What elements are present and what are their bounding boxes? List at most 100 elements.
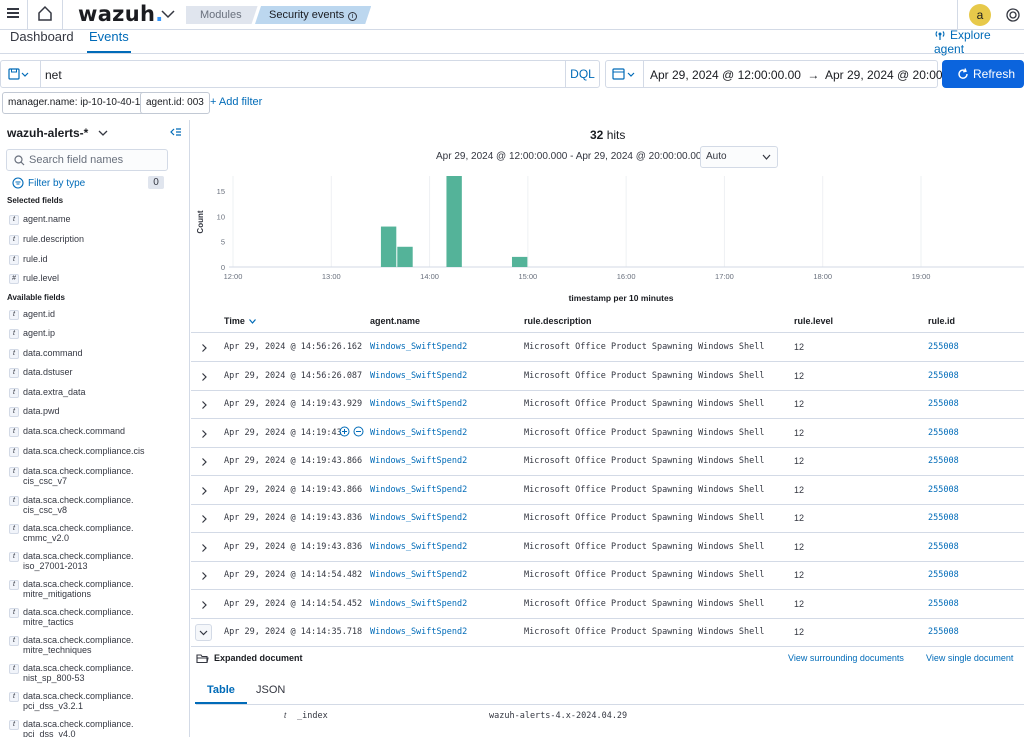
cell-agent-name[interactable]: Windows_SwiftSpend2: [370, 599, 467, 609]
table-row[interactable]: Apr 29, 2024 @ 14:19:43.929 Windows_Swift…: [191, 391, 1024, 419]
wazuh-logo[interactable]: wazuh.: [78, 2, 163, 26]
quick-select-button[interactable]: [606, 61, 644, 87]
field-item-data-sca-check-compliance-nist-sp-800-53[interactable]: t data.sca.check.compliance. nist_sp_800-…: [9, 663, 183, 683]
field-item-rule-level[interactable]: # rule.level: [9, 273, 183, 284]
field-item-data-sca-check-compliance-pci-dss-v3-2-1[interactable]: t data.sca.check.compliance. pci_dss_v3.2…: [9, 691, 183, 711]
filter-pill-manager[interactable]: manager.name: ip-10-10-40-198: [2, 92, 158, 114]
field-item-data-sca-check-compliance-cis-csc-v8[interactable]: t data.sca.check.compliance. cis_csc_v8: [9, 495, 183, 515]
cell-agent-name[interactable]: Windows_SwiftSpend2: [370, 428, 467, 438]
query-input[interactable]: net: [45, 68, 62, 82]
field-item-agent-id[interactable]: t agent.id: [9, 309, 183, 320]
user-avatar[interactable]: a: [969, 4, 991, 26]
menu-icon[interactable]: [7, 8, 19, 18]
query-language-button[interactable]: DQL: [565, 61, 599, 87]
table-row[interactable]: Apr 29, 2024 @ 14:19:43 Windows_SwiftSpen…: [191, 420, 1024, 448]
table-row[interactable]: Apr 29, 2024 @ 14:14:54.482 Windows_Swift…: [191, 562, 1024, 590]
histogram-bar[interactable]: [397, 246, 413, 267]
cell-rule-id[interactable]: 255008: [928, 513, 959, 523]
chevron-right-icon[interactable]: [198, 456, 210, 468]
field-item-data-sca-check-compliance-cmmc-v2-0[interactable]: t data.sca.check.compliance. cmmc_v2.0: [9, 523, 183, 543]
table-row[interactable]: Apr 29, 2024 @ 14:19:43.866 Windows_Swift…: [191, 477, 1024, 505]
field-item-data-sca-check-compliance-mitre-techniques[interactable]: t data.sca.check.compliance. mitre_techni…: [9, 635, 183, 655]
home-icon[interactable]: [37, 5, 53, 22]
filter-out-value-icon[interactable]: [353, 426, 364, 437]
field-item-data-command[interactable]: t data.command: [9, 348, 183, 359]
table-row[interactable]: Apr 29, 2024 @ 14:19:43.836 Windows_Swift…: [191, 534, 1024, 562]
cell-agent-name[interactable]: Windows_SwiftSpend2: [370, 342, 467, 352]
breadcrumb-modules[interactable]: Modules: [186, 6, 258, 24]
cell-rule-id[interactable]: 255008: [928, 570, 959, 580]
cell-agent-name[interactable]: Windows_SwiftSpend2: [370, 513, 467, 523]
field-item-data-sca-check-compliance-cis[interactable]: t data.sca.check.compliance.cis: [9, 446, 183, 457]
cell-agent-name[interactable]: Windows_SwiftSpend2: [370, 570, 467, 580]
field-item-data-pwd[interactable]: t data.pwd: [9, 406, 183, 417]
cell-rule-id[interactable]: 255008: [928, 399, 959, 409]
cell-agent-name[interactable]: Windows_SwiftSpend2: [370, 399, 467, 409]
cell-agent-name[interactable]: Windows_SwiftSpend2: [370, 627, 467, 637]
view-single-document-link[interactable]: View single document: [926, 653, 1013, 663]
cell-rule-id[interactable]: 255008: [928, 371, 959, 381]
cell-rule-id[interactable]: 255008: [928, 485, 959, 495]
filter-pill-agent-id[interactable]: agent.id: 003: [140, 92, 210, 114]
add-filter-button[interactable]: + Add filter: [210, 96, 262, 108]
chevron-right-icon[interactable]: [198, 485, 210, 497]
chevron-down-icon[interactable]: [161, 9, 175, 19]
field-item-agent-ip[interactable]: t agent.ip: [9, 328, 183, 339]
date-range[interactable]: Apr 29, 2024 @ 12:00:00.00 → Apr 29, 202…: [650, 68, 976, 82]
cell-rule-id[interactable]: 255008: [928, 627, 959, 637]
tab-events[interactable]: Events: [87, 30, 131, 53]
tab-table[interactable]: Table: [195, 684, 247, 704]
cell-rule-id[interactable]: 255008: [928, 342, 959, 352]
table-row[interactable]: Apr 29, 2024 @ 14:56:26.162 Windows_Swift…: [191, 334, 1024, 362]
field-item-data-sca-check-command[interactable]: t data.sca.check.command: [9, 426, 183, 437]
start-date[interactable]: Apr 29, 2024 @ 12:00:00.00: [650, 68, 801, 82]
saved-query-button[interactable]: [1, 61, 41, 87]
chevron-right-icon[interactable]: [198, 371, 210, 383]
collapse-sidebar-icon[interactable]: [170, 127, 182, 137]
chevron-down-icon[interactable]: [195, 624, 212, 641]
chevron-right-icon[interactable]: [198, 570, 210, 582]
table-row[interactable]: Apr 29, 2024 @ 14:19:43.836 Windows_Swift…: [191, 505, 1024, 533]
cell-agent-name[interactable]: Windows_SwiftSpend2: [370, 456, 467, 466]
column-header-time[interactable]: Time: [224, 316, 257, 326]
field-item-data-sca-check-compliance-iso-27001-2013[interactable]: t data.sca.check.compliance. iso_27001-20…: [9, 551, 183, 571]
column-header-rule-id[interactable]: rule.id: [928, 316, 955, 326]
field-item-data-dstuser[interactable]: t data.dstuser: [9, 367, 183, 378]
chevron-right-icon[interactable]: [198, 513, 210, 525]
histogram-bar[interactable]: [446, 176, 462, 267]
histogram-bar[interactable]: [511, 256, 528, 267]
field-item-data-extra-data[interactable]: t data.extra_data: [9, 387, 183, 398]
tab-json[interactable]: JSON: [256, 684, 285, 696]
cell-rule-id[interactable]: 255008: [928, 599, 959, 609]
field-item-data-sca-check-compliance-pci-dss-v4-0[interactable]: t data.sca.check.compliance. pci_dss_v4.0: [9, 719, 183, 737]
chevron-right-icon[interactable]: [198, 542, 210, 554]
filter-by-type-button[interactable]: Filter by type: [12, 177, 85, 189]
interval-select[interactable]: Auto: [700, 146, 778, 168]
chevron-right-icon[interactable]: [198, 599, 210, 611]
help-icon[interactable]: [1006, 8, 1020, 22]
index-pattern-select[interactable]: wazuh-alerts-*: [7, 126, 108, 140]
field-item-data-sca-check-compliance-mitre-mitigations[interactable]: t data.sca.check.compliance. mitre_mitiga…: [9, 579, 183, 599]
explore-agent-button[interactable]: Explore agent: [934, 28, 1024, 56]
histogram-bar[interactable]: [380, 226, 397, 267]
cell-rule-id[interactable]: 255008: [928, 428, 959, 438]
filter-for-value-icon[interactable]: [339, 426, 350, 437]
field-item-data-sca-check-compliance-mitre-tactics[interactable]: t data.sca.check.compliance. mitre_tactic…: [9, 607, 183, 627]
field-item-rule-description[interactable]: t rule.description: [9, 234, 183, 245]
field-item-rule-id[interactable]: t rule.id: [9, 254, 183, 265]
table-row[interactable]: Apr 29, 2024 @ 14:56:26.087 Windows_Swift…: [191, 363, 1024, 391]
chevron-right-icon[interactable]: [198, 428, 210, 440]
column-header-rule-level[interactable]: rule.level: [794, 316, 833, 326]
tab-dashboard[interactable]: Dashboard: [10, 30, 74, 44]
chevron-right-icon[interactable]: [198, 342, 210, 354]
cell-rule-id[interactable]: 255008: [928, 542, 959, 552]
chevron-right-icon[interactable]: [198, 399, 210, 411]
field-item-data-sca-check-compliance-cis-csc-v7[interactable]: t data.sca.check.compliance. cis_csc_v7: [9, 466, 183, 486]
cell-agent-name[interactable]: Windows_SwiftSpend2: [370, 485, 467, 495]
table-row[interactable]: Apr 29, 2024 @ 14:14:35.718 Windows_Swift…: [191, 619, 1024, 647]
column-header-agent-name[interactable]: agent.name: [370, 316, 420, 326]
cell-rule-id[interactable]: 255008: [928, 456, 959, 466]
field-item-agent-name[interactable]: t agent.name: [9, 214, 183, 225]
column-header-rule-description[interactable]: rule.description: [524, 316, 592, 326]
refresh-button[interactable]: Refresh: [942, 60, 1024, 88]
